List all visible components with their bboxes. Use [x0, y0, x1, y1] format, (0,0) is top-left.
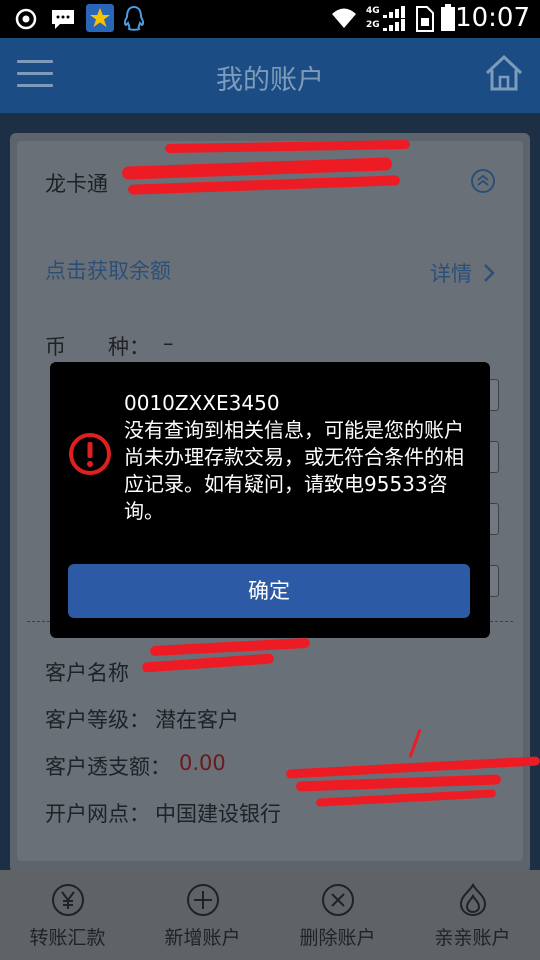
chevron-right-icon [484, 264, 495, 282]
collapse-icon[interactable] [470, 168, 496, 194]
signal-icon [383, 6, 405, 31]
error-text: 没有查询到相关信息，可能是您的账户尚未办理存款交易，或无符合条件的相应记录。如有… [124, 418, 464, 523]
battery-icon [441, 4, 455, 31]
tab-transfer-label: 转账汇款 [29, 927, 106, 949]
error-code: 0010ZXXE3450 [124, 391, 280, 415]
tab-add-account-label: 新增账户 [164, 927, 241, 949]
tab-family-account[interactable]: 亲亲账户 [405, 870, 540, 960]
branch-label: 开户网点： [45, 802, 150, 826]
tab-transfer[interactable]: 转账汇款 [0, 870, 135, 960]
sim-icon [416, 6, 434, 32]
branch-value: 中国建设银行 [155, 802, 281, 826]
customer-name-label: 客户名称 [45, 661, 129, 685]
network-4g-label: 4G [366, 6, 380, 16]
card-type-label: 龙卡通 [45, 172, 108, 196]
ok-button[interactable]: 确定 [68, 564, 470, 618]
nav-bar: 我的账户 [0, 38, 540, 113]
sync-icon [15, 8, 37, 30]
plus-circle-icon [186, 884, 219, 916]
home-icon[interactable] [484, 54, 524, 92]
tab-add-account[interactable]: 新增账户 [135, 870, 270, 960]
tab-delete-account-label: 删除账户 [299, 927, 376, 949]
flame-icon [459, 882, 486, 917]
get-balance-link[interactable]: 点击获取余额 [45, 255, 171, 285]
currency-value: – [163, 331, 174, 355]
status-time: 10:07 [455, 3, 530, 33]
warning-icon [69, 433, 111, 475]
customer-level-label: 客户等级： [45, 708, 150, 732]
network-2g-label: 2G [366, 20, 380, 30]
overdraft-value: 0.00 [179, 751, 226, 775]
star-app-icon [86, 4, 114, 32]
status-bar: 4G 2G 10:07 [0, 0, 540, 38]
overdraft-label: 客户透支额： [45, 755, 171, 779]
customer-level-value: 潜在客户 [155, 708, 239, 732]
qq-icon [123, 5, 145, 31]
currency-label: 币 种： [45, 335, 150, 359]
error-dialog: 0010ZXXE3450 没有查询到相关信息，可能是您的账户尚未办理存款交易，或… [50, 362, 490, 638]
page-title: 我的账户 [216, 65, 324, 96]
yen-circle-icon [51, 884, 84, 916]
bottom-tab-bar: 转账汇款 新增账户 删除账户 亲亲账户 [0, 870, 540, 960]
details-link[interactable]: 详情 [430, 258, 472, 288]
dialog-message: 0010ZXXE3450 没有查询到相关信息，可能是您的账户尚未办理存款交易，或… [124, 390, 474, 525]
tab-delete-account[interactable]: 删除账户 [270, 870, 405, 960]
x-circle-icon [321, 884, 354, 916]
wifi-icon [332, 8, 356, 28]
tab-family-account-label: 亲亲账户 [434, 927, 511, 949]
message-icon [52, 10, 74, 29]
